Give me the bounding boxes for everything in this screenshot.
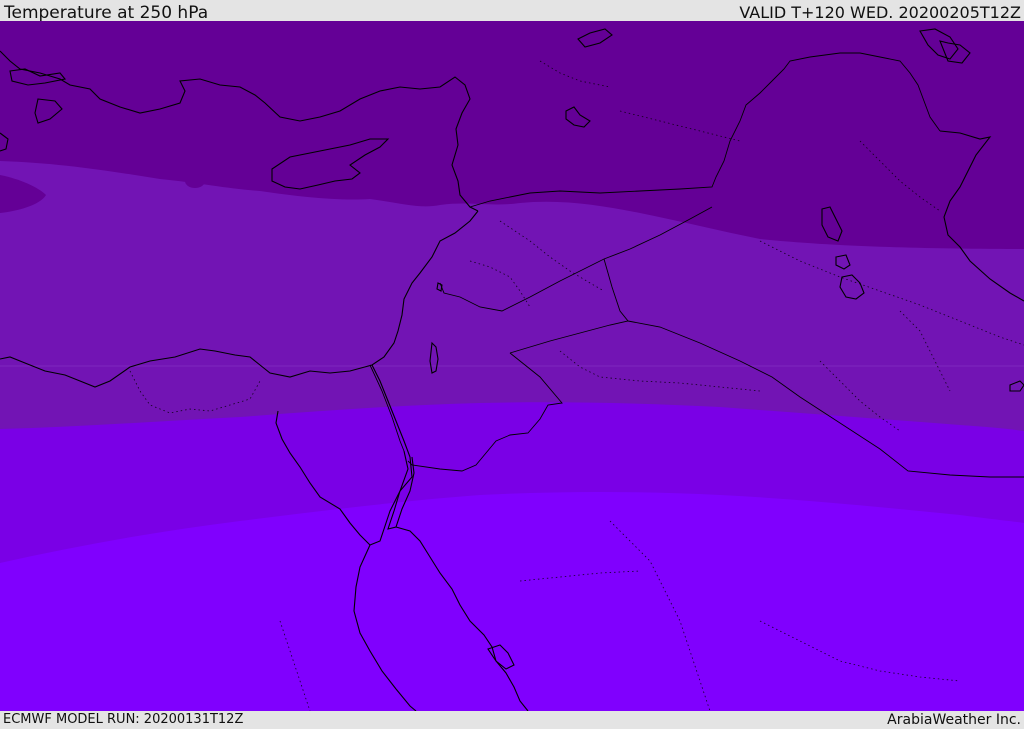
header-bar: Temperature at 250 hPa VALID T+120 WED. … — [0, 0, 1024, 23]
map-canvas — [0, 21, 1024, 711]
credit-label: ArabiaWeather Inc. — [887, 712, 1021, 728]
valid-time-label: VALID T+120 WED. 20200205T12Z — [739, 3, 1021, 22]
model-run-label: ECMWF MODEL RUN: 20200131T12Z — [3, 712, 244, 727]
map-title: Temperature at 250 hPa — [4, 3, 209, 23]
weather-map — [0, 21, 1024, 711]
temperature-band-coldest-spot — [185, 174, 205, 188]
footer-bar: ECMWF MODEL RUN: 20200131T12Z ArabiaWeat… — [0, 711, 1024, 729]
